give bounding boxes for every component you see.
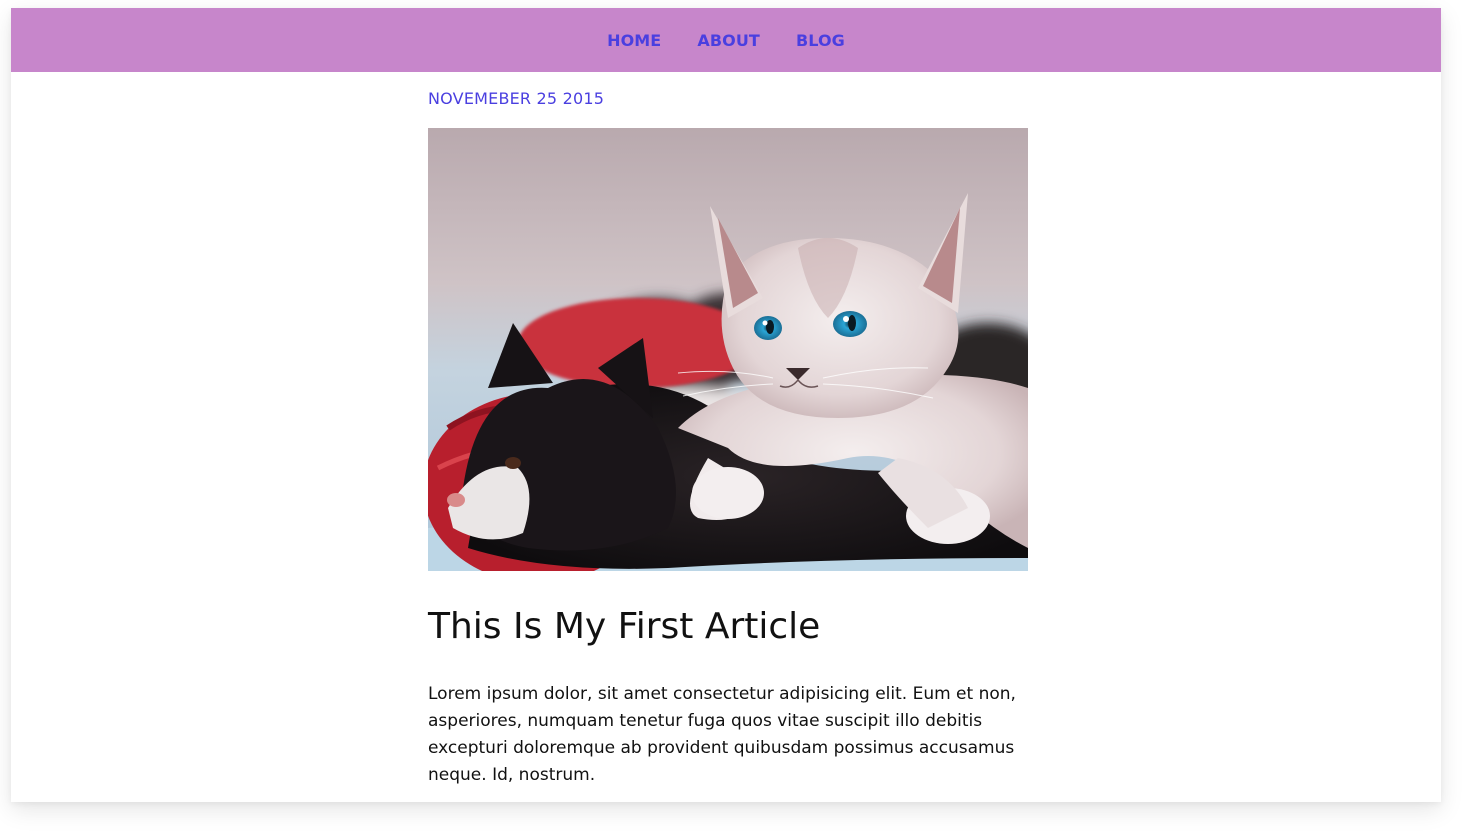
article-hero-image xyxy=(428,128,1028,571)
top-navbar: HOME ABOUT BLOG xyxy=(11,8,1441,72)
article-body: Lorem ipsum dolor, sit amet consectetur … xyxy=(428,684,1016,785)
nav-link-blog[interactable]: BLOG xyxy=(796,31,845,50)
article-container: NOVEMEBER 25 2015 This Is My First Artic… xyxy=(428,72,1028,806)
article-date: NOVEMEBER 25 2015 xyxy=(428,89,605,108)
page-frame: HOME ABOUT BLOG NOVEMEBER 25 2015 This I… xyxy=(11,8,1441,802)
article-title: This Is My First Article xyxy=(428,606,821,647)
nav-link-about[interactable]: ABOUT xyxy=(697,31,760,50)
nav-link-home[interactable]: HOME xyxy=(607,31,661,50)
